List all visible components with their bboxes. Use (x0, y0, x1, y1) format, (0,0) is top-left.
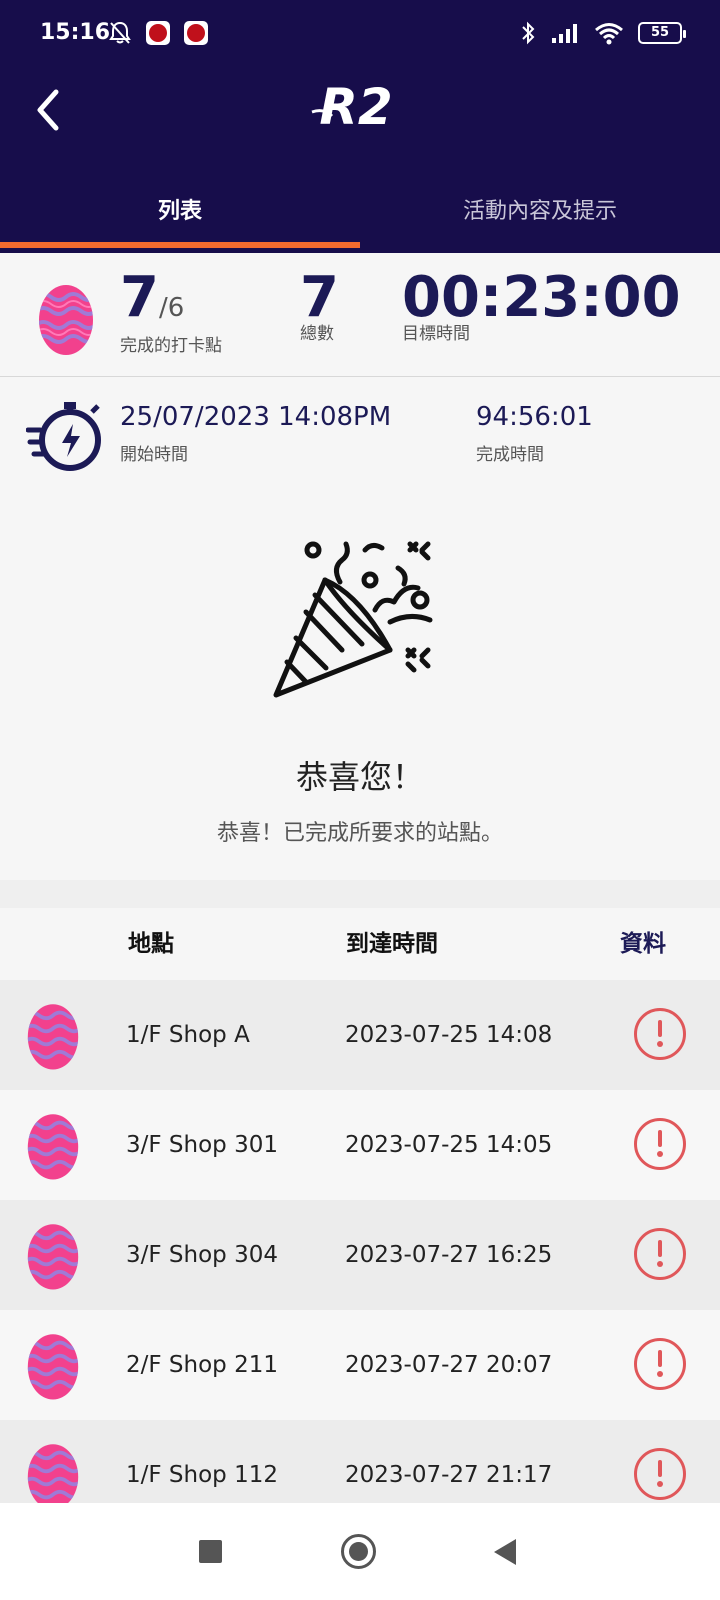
row-arrival-time: 2023-07-27 20:07 (345, 1352, 553, 1378)
egg-icon (27, 1224, 79, 1290)
battery-icon: 55 (638, 22, 686, 44)
app-notification-icon (146, 21, 170, 45)
table-row: 3/F Shop 301 2023-07-25 14:05 (0, 1090, 720, 1200)
table-row: 1/F Shop A 2023-07-25 14:08 (0, 980, 720, 1090)
info-button[interactable] (634, 1448, 686, 1500)
target-time-label: 目標時間 (402, 324, 470, 344)
congrats-title: 恭喜您！ (295, 758, 424, 796)
finish-time-label: 完成時間 (476, 445, 544, 465)
signal-icon (552, 24, 577, 43)
table-row: 1/F Shop 112 2023-07-27 21:17 (0, 1420, 720, 1503)
wifi-icon (595, 23, 623, 45)
egg-icon (27, 1444, 79, 1503)
summary-panel: 7/6 完成的打卡點 7 總數 00:23:00 目標時間 (0, 253, 720, 377)
table-row: 2/F Shop 211 2023-07-27 20:07 (0, 1310, 720, 1420)
checkpoint-list: 1/F Shop A 2023-07-25 14:08 3/F Shop 301… (0, 980, 720, 1503)
alert-icon (657, 1020, 663, 1047)
back-button[interactable] (24, 82, 70, 138)
egg-icon (27, 1334, 79, 1400)
system-navigation-bar (0, 1503, 720, 1600)
app-header: 15:16 55 R2 列表 活動內容及提示 (0, 0, 720, 253)
row-arrival-time: 2023-07-25 14:05 (345, 1132, 553, 1158)
start-time-value: 25/07/2023 14:08PM (120, 402, 392, 432)
party-popper-icon (273, 541, 433, 698)
row-location: 1/F Shop A (126, 1022, 250, 1048)
row-arrival-time: 2023-07-27 16:25 (345, 1242, 553, 1268)
row-location: 3/F Shop 301 (126, 1132, 278, 1158)
tab-event-info[interactable]: 活動內容及提示 (360, 178, 720, 248)
bell-off-icon (109, 21, 131, 44)
stopwatch-icon (26, 402, 101, 471)
alert-icon (657, 1240, 663, 1267)
info-button[interactable] (634, 1008, 686, 1060)
total-label: 總數 (300, 324, 334, 344)
completed-label: 完成的打卡點 (120, 336, 222, 356)
section-divider (0, 880, 720, 908)
completed-of: /6 (158, 293, 185, 323)
row-arrival-time: 2023-07-25 14:08 (345, 1022, 553, 1048)
info-button[interactable] (634, 1338, 686, 1390)
system-back-button[interactable] (494, 1539, 516, 1565)
row-location: 3/F Shop 304 (126, 1242, 278, 1268)
alert-icon (657, 1460, 663, 1487)
egg-icon (27, 1004, 79, 1070)
info-button[interactable] (634, 1228, 686, 1280)
finish-time-value: 94:56:01 (476, 402, 593, 432)
row-location: 2/F Shop 211 (126, 1352, 278, 1378)
chevron-left-icon (37, 89, 59, 131)
egg-icon (27, 1114, 79, 1180)
r2-logo: R2 (311, 78, 393, 136)
bluetooth-icon (522, 21, 535, 45)
completed-count: 7/6 (120, 265, 185, 330)
active-tab-indicator (0, 242, 360, 248)
tab-list[interactable]: 列表 (0, 178, 360, 248)
app-notification-icon (184, 21, 208, 45)
table-header: 地點 到達時間 資料 (0, 908, 720, 980)
header-location: 地點 (128, 931, 174, 957)
header-info: 資料 (620, 931, 666, 957)
header-arrival-time: 到達時間 (346, 931, 438, 957)
status-time: 15:16 (40, 20, 111, 45)
alert-icon (657, 1350, 663, 1377)
table-row: 3/F Shop 304 2023-07-27 16:25 (0, 1200, 720, 1310)
timer-panel: 25/07/2023 14:08PM 開始時間 94:56:01 完成時間 (0, 378, 720, 488)
status-left-icons (108, 20, 208, 46)
row-location: 1/F Shop 112 (126, 1462, 278, 1488)
status-bar: 15:16 55 (0, 0, 720, 70)
congrats-message: 恭喜！已完成所要求的站點。 (216, 821, 503, 846)
start-time-label: 開始時間 (120, 445, 188, 465)
row-arrival-time: 2023-07-27 21:17 (345, 1462, 553, 1488)
recent-apps-button[interactable] (199, 1540, 222, 1563)
info-button[interactable] (634, 1118, 686, 1170)
status-right-icons: 55 (520, 20, 686, 46)
home-button[interactable] (341, 1534, 376, 1569)
svg-text:R2: R2 (319, 78, 392, 136)
egg-icon (39, 285, 93, 355)
alert-icon (657, 1130, 663, 1157)
